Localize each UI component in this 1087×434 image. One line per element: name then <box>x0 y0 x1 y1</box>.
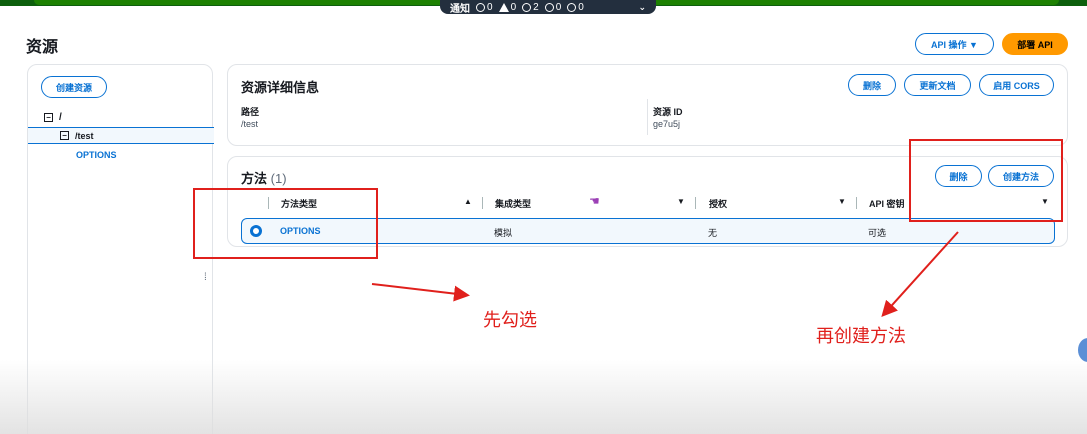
tree-item-label: / <box>59 112 62 123</box>
path-value: /test <box>241 119 259 129</box>
notification-label: 通知 <box>450 3 470 15</box>
info-count: 0 <box>544 2 561 13</box>
methods-title-text: 方法 <box>241 171 268 186</box>
resource-tree-panel: 创建资源 − / − /test OPTIONS <box>27 64 214 434</box>
resource-id-value: ge7u5j <box>653 119 681 129</box>
integration-type-cell: 模拟 <box>494 228 513 238</box>
delete-resource-button[interactable]: 删除 <box>848 74 896 96</box>
warning-icon <box>498 2 509 12</box>
success-count: 2 <box>522 2 539 13</box>
resource-details-card: 资源详细信息 删除 更新文档 启用 CORS 路径 /test 资源 ID ge… <box>227 64 1068 146</box>
column-header-authorization[interactable]: 授权 <box>709 197 727 210</box>
annotation-box-create-method <box>909 139 1063 222</box>
tree-item-test[interactable]: − /test <box>28 127 214 144</box>
check-icon <box>522 2 532 12</box>
deploy-api-button[interactable]: 部署 API <box>1002 33 1068 55</box>
notification-bar[interactable]: 通知 0 0 2 0 0 ⌄ <box>440 0 656 15</box>
sort-icon[interactable]: ▼ <box>677 197 685 206</box>
authorization-cell: 无 <box>708 228 718 238</box>
tree-item-root[interactable]: − / <box>44 112 62 123</box>
arrow-to-select-row <box>371 283 470 302</box>
error-icon <box>476 2 485 12</box>
floating-help-icon[interactable] <box>1078 338 1087 362</box>
create-resource-button[interactable]: 创建资源 <box>41 76 107 98</box>
column-header-api-key[interactable]: API 密钥 <box>869 197 905 210</box>
sort-icon[interactable]: ▼ <box>838 197 846 206</box>
column-header-integration-type[interactable]: 集成类型 <box>495 197 531 210</box>
resource-id-label: 资源 ID <box>653 107 683 117</box>
update-documentation-button[interactable]: 更新文档 <box>904 74 971 96</box>
annotation-then-create: 再创建方法 <box>816 326 906 347</box>
methods-title: 方法 (1) <box>241 168 287 187</box>
methods-count: (1) <box>270 171 287 186</box>
sort-ascending-icon[interactable]: ▲ <box>464 197 472 206</box>
panel-resize-handle[interactable]: ⁞ <box>204 272 207 283</box>
warning-count: 0 <box>498 2 516 13</box>
collapse-icon[interactable]: − <box>44 113 53 122</box>
error-count: 0 <box>476 2 493 13</box>
tree-item-options[interactable]: OPTIONS <box>76 150 117 160</box>
api-key-cell: 可选 <box>868 228 887 238</box>
annotation-box-select-row <box>193 188 378 259</box>
info-icon <box>544 2 554 12</box>
annotation-select-first: 先勾选 <box>483 310 537 331</box>
column-separator <box>482 197 483 209</box>
page-title: 资源 <box>26 39 59 56</box>
details-title: 资源详细信息 <box>241 80 320 95</box>
mouse-cursor-icon: ☚ <box>589 194 600 208</box>
path-label: 路径 <box>241 107 260 117</box>
chevron-down-icon[interactable]: ⌄ <box>638 2 646 13</box>
column-separator <box>856 197 857 209</box>
collapse-icon[interactable]: − <box>60 131 69 140</box>
api-actions-button[interactable]: API 操作 ▼ <box>915 33 994 55</box>
column-separator <box>695 197 696 209</box>
in-progress-icon <box>567 2 577 12</box>
divider <box>647 99 648 135</box>
tree-item-label: /test <box>75 130 94 141</box>
enable-cors-button[interactable]: 启用 CORS <box>979 74 1054 96</box>
in-progress-count: 0 <box>567 2 584 13</box>
